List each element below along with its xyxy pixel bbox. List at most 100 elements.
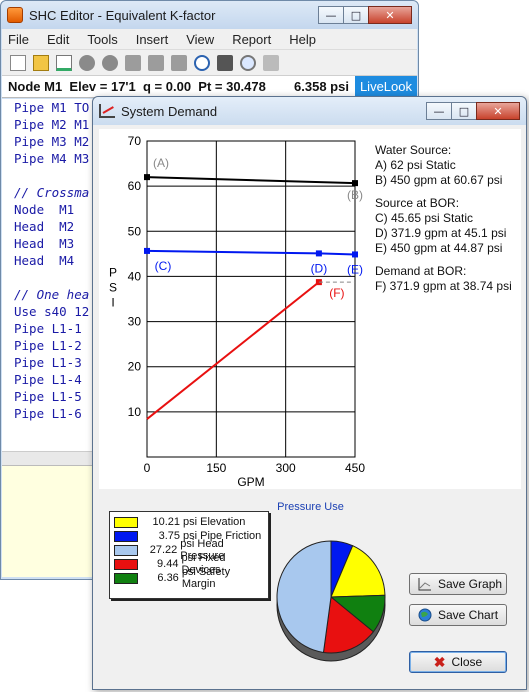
legend-item: 10.21 psi Elevation — [114, 515, 264, 529]
legend-value: 27.22 — [149, 544, 178, 556]
info-c: C) 45.65 psi Static — [375, 211, 474, 225]
y-tick-label: 50 — [128, 224, 142, 238]
timer-icon[interactable] — [194, 54, 210, 71]
menu-help[interactable]: Help — [289, 32, 316, 47]
menu-tools[interactable]: Tools — [87, 32, 117, 47]
legend-swatch — [114, 530, 138, 542]
node-label: Node M1 — [8, 79, 63, 94]
point-label: (E) — [347, 262, 363, 276]
q-label: q = 0.00 — [142, 79, 192, 94]
legend-label: psi Safety Margin — [181, 566, 231, 590]
toolbar — [2, 50, 417, 76]
y-axis-label-char: S — [109, 280, 117, 294]
chart-icon — [99, 104, 115, 118]
y-axis-label-char: I — [111, 295, 114, 309]
pressure-use-pie — [276, 540, 386, 662]
cut-icon[interactable] — [125, 54, 141, 71]
menu-edit[interactable]: Edit — [47, 32, 69, 47]
elev-label: Elev = 17'1 — [69, 79, 136, 94]
close-button[interactable]: ✖ Close — [409, 651, 507, 673]
livelook-button[interactable]: LiveLook — [354, 76, 417, 97]
y-tick-label: 30 — [128, 315, 142, 329]
close-x-icon: ✖ — [433, 653, 446, 670]
y-axis-label-char: P — [109, 265, 117, 279]
demand-bor-heading: Demand at BOR: — [375, 264, 467, 278]
edit-document-icon[interactable] — [56, 54, 72, 71]
menu-insert[interactable]: Insert — [136, 32, 169, 47]
plot-frame — [146, 140, 356, 458]
legend-value: 10.21 — [152, 516, 180, 528]
dialog-maximize-button[interactable]: □ — [451, 102, 477, 120]
data-point — [144, 247, 150, 254]
calculator-icon[interactable] — [217, 54, 233, 71]
y-tick-label: 70 — [128, 134, 142, 148]
record-icon[interactable] — [79, 54, 95, 71]
app-icon — [7, 7, 23, 23]
minimize-button[interactable]: — — [318, 6, 344, 24]
point-label: (C) — [155, 259, 172, 273]
dialog-close-window-button[interactable]: ✕ — [476, 102, 520, 120]
legend-item: 6.36 psi Safety Margin — [114, 566, 264, 590]
data-point — [352, 251, 358, 258]
x-axis-label: GPM — [237, 475, 264, 489]
editor-title: SHC Editor - Equivalent K-factor — [29, 7, 216, 23]
globe-icon — [418, 608, 432, 622]
info-a: A) 62 psi Static — [375, 158, 456, 172]
copy-icon[interactable] — [148, 54, 164, 71]
system-demand-dialog: System Demand — □ ✕ 10 20 30 40 50 60 70 0 150 30… — [92, 96, 527, 690]
menu-view[interactable]: View — [186, 32, 214, 47]
legend-swatch — [114, 516, 138, 528]
save-chart-label: Save Chart — [438, 608, 499, 622]
menu-file[interactable]: File — [8, 32, 29, 47]
legend-swatch — [114, 544, 138, 556]
point-label: (B) — [347, 188, 363, 202]
x-tick-label: 150 — [206, 461, 226, 475]
pressure-legend: 10.21 psi Elevation 3.75 psi Pipe Friction 2… — [109, 511, 269, 599]
graph-icon — [418, 578, 431, 591]
editor-titlebar[interactable]: SHC Editor - Equivalent K-factor — □ ✕ — [1, 1, 418, 29]
paste-icon[interactable] — [171, 54, 187, 71]
legend-value: 6.36 — [157, 572, 179, 584]
pt-label: Pt = 30.478 — [198, 79, 266, 94]
source-bor-heading: Source at BOR: — [375, 196, 460, 210]
save-graph-button[interactable]: Save Graph — [409, 573, 507, 595]
legend-swatch — [114, 558, 138, 570]
close-label: Close — [451, 655, 483, 669]
close-window-button[interactable]: ✕ — [368, 6, 412, 24]
data-point — [352, 180, 358, 187]
x-tick-label: 300 — [276, 461, 296, 475]
maximize-button[interactable]: □ — [343, 6, 369, 24]
legend-value: 9.44 — [157, 558, 179, 570]
new-document-icon[interactable] — [10, 54, 26, 71]
point-label: (F) — [329, 286, 344, 300]
water-source-heading: Water Source: — [375, 143, 452, 157]
plot-area: 10 20 30 40 50 60 70 0 150 300 450 GPM P S I (A) (B) (C) (… — [99, 129, 521, 489]
legend-swatch — [114, 572, 138, 584]
stop-icon[interactable] — [102, 54, 118, 71]
open-folder-icon[interactable] — [33, 54, 49, 71]
info-e: E) 450 gpm at 44.87 psi — [375, 241, 503, 255]
x-tick-label: 0 — [144, 461, 151, 475]
info-d: D) 371.9 gpm at 45.1 psi — [375, 226, 507, 240]
y-tick-label: 60 — [128, 179, 142, 193]
pie-slice — [276, 540, 332, 654]
y-tick-label: 10 — [128, 405, 142, 419]
dialog-minimize-button[interactable]: — — [426, 102, 452, 120]
y-tick-label: 20 — [128, 360, 142, 374]
legend-label: psi Elevation — [183, 516, 246, 528]
save-graph-label: Save Graph — [438, 577, 503, 591]
y-tick-label: 40 — [128, 269, 142, 283]
menu-report[interactable]: Report — [232, 32, 271, 47]
data-point — [144, 174, 150, 181]
dialog-title: System Demand — [121, 103, 218, 119]
info-panel: Water Source: A) 62 psi Static B) 450 gp… — [375, 143, 512, 294]
search-icon[interactable] — [240, 54, 256, 71]
x-tick-label: 450 — [345, 461, 365, 475]
psi-value: 6.358 psi — [294, 79, 349, 94]
point-label: (D) — [311, 261, 328, 275]
point-label: (A) — [153, 156, 169, 170]
save-chart-button[interactable]: Save Chart — [409, 604, 507, 626]
info-b: B) 450 gpm at 60.67 psi — [375, 173, 503, 187]
print-icon[interactable] — [263, 54, 279, 71]
dialog-titlebar[interactable]: System Demand — □ ✕ — [93, 97, 526, 125]
